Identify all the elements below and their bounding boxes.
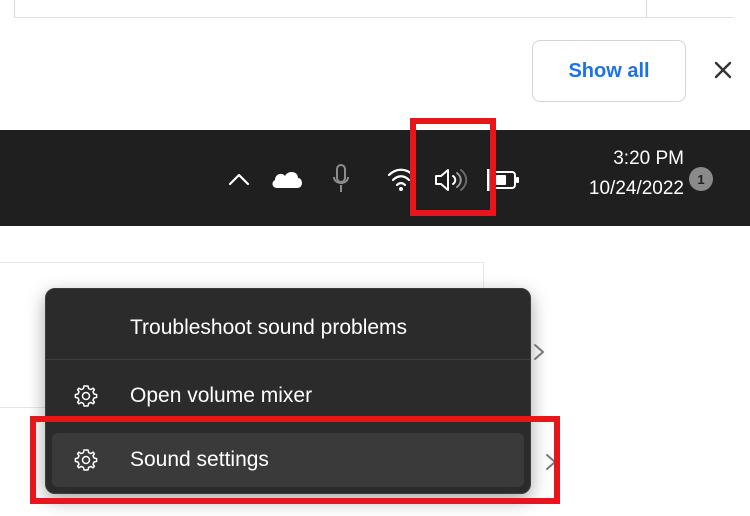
menu-item-open-volume-mixer[interactable]: Open volume mixer [52,369,524,423]
menu-item-troubleshoot-sound[interactable]: Troubleshoot sound problems [52,301,524,355]
chevron-up-icon[interactable] [226,166,252,192]
screenshot-page: Show all 3:20 PM 10/24/2022 1 Troublesho… [0,0,750,516]
divider [14,0,15,18]
notification-badge[interactable]: 1 [689,167,713,191]
menu-item-label: Open volume mixer [130,384,313,407]
microphone-icon[interactable] [330,162,352,196]
clock-time: 3:20 PM [613,148,684,169]
highlight-box-speaker [410,118,496,216]
menu-item-label: Troubleshoot sound problems [130,316,408,339]
onedrive-cloud-icon[interactable] [268,166,306,192]
chevron-right-icon [532,342,548,364]
close-icon[interactable] [705,52,741,88]
divider [646,0,647,18]
show-all-button[interactable]: Show all [532,40,686,102]
gear-icon [74,384,98,408]
taskbar: 3:20 PM 10/24/2022 [0,130,750,226]
taskbar-clock[interactable]: 3:20 PM 10/24/2022 [546,144,684,210]
menu-separator [46,359,530,360]
download-bar: Show all [0,0,750,130]
divider [14,17,734,18]
clock-date: 10/24/2022 [588,178,684,199]
highlight-box-sound-settings [30,416,560,504]
divider [0,262,484,263]
